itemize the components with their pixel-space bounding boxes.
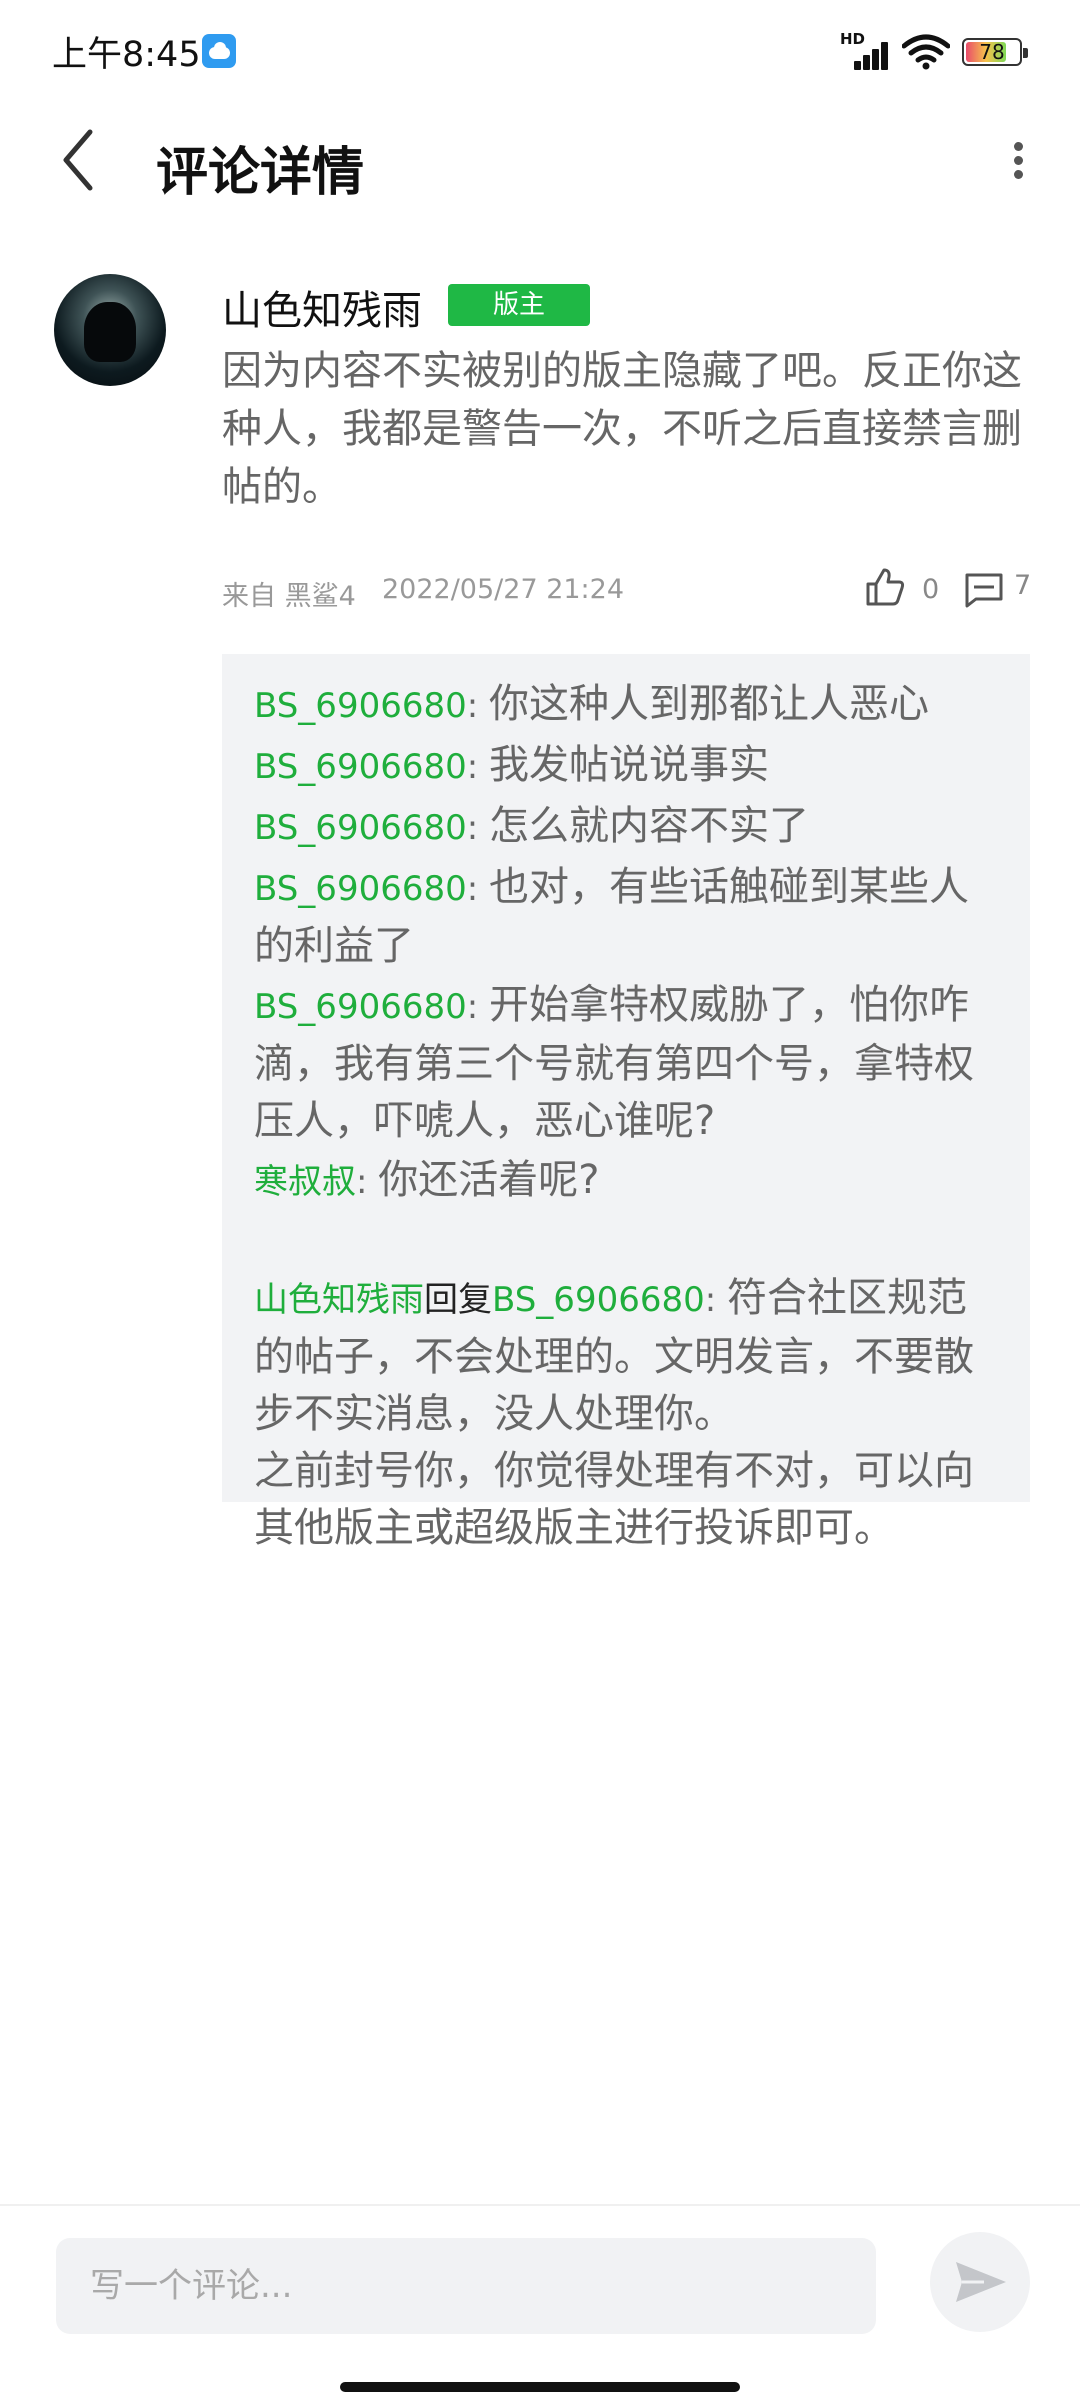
reply-text: 怎么就内容不实了 [489, 803, 809, 849]
author-avatar[interactable] [54, 274, 166, 386]
reply-separator: : [466, 747, 489, 787]
send-icon [956, 2262, 1006, 2302]
page-title: 评论详情 [156, 143, 365, 203]
system-icons: HD 78 [840, 30, 1028, 72]
reply-separator: : [356, 1162, 379, 1202]
reply-username[interactable]: BS_6906680 [254, 747, 467, 787]
reply-text: 我发帖说说事实 [489, 742, 769, 788]
more-options-icon[interactable] [996, 122, 1040, 198]
status-time: 上午8:45 [52, 35, 201, 75]
comment-input[interactable] [56, 2238, 876, 2334]
reply-username[interactable]: BS_6906680 [254, 808, 467, 848]
reply-text: 你这种人到那都让人恶心 [489, 681, 929, 727]
battery-level: 78 [979, 40, 1005, 64]
comment-source: 来自 黑鲨4 [222, 581, 356, 612]
reply-to-label: 回复 [424, 1280, 492, 1320]
reply-separator: : [466, 987, 489, 1027]
like-icon[interactable] [864, 566, 906, 608]
reply-item[interactable]: 山色知残雨回复BS_6906680: 符合社区规范的帖子，不会处理的。文明发言，… [254, 1213, 1004, 1557]
wifi-icon [902, 34, 950, 70]
reply-username[interactable]: BS_6906680 [254, 869, 467, 909]
like-count: 0 [922, 574, 940, 605]
reply-target-username[interactable]: BS_6906680 [492, 1280, 705, 1320]
status-bar: 上午8:45 HD 78 [0, 0, 1080, 100]
reply-text: 你还活着呢? [378, 1157, 600, 1203]
reply-count: 7 [1014, 570, 1032, 601]
reply-separator: : [466, 869, 489, 909]
reply-username[interactable]: BS_6906680 [254, 987, 467, 1027]
bottom-divider [0, 2204, 1080, 2206]
top-app-bar: 评论详情 [0, 100, 1080, 220]
reply-item[interactable]: BS_6906680: 也对，有些话触碰到某些人的利益了 [254, 859, 1004, 975]
reply-separator: : [466, 808, 489, 848]
moderator-badge: 版主 [448, 284, 590, 326]
battery-icon: 78 [962, 38, 1028, 66]
reply-username[interactable]: 寒叔叔 [254, 1162, 356, 1202]
comment-body: 因为内容不实被别的版主隐藏了吧。反正你这种人，我都是警告一次，不听之后直接禁言删… [222, 348, 1022, 510]
author-name[interactable]: 山色知残雨 [222, 278, 422, 336]
back-icon[interactable] [56, 122, 104, 198]
comment-meta: 来自 黑鲨4 2022/05/27 21:24 0 7 [222, 566, 1032, 612]
reply-list: BS_6906680: 你这种人到那都让人恶心 BS_6906680: 我发帖说… [254, 676, 1004, 1559]
reply-icon[interactable] [964, 572, 1004, 608]
home-indicator [340, 2382, 740, 2392]
replies-panel: BS_6906680: 你这种人到那都让人恶心 BS_6906680: 我发帖说… [222, 654, 1030, 1551]
comment-date: 2022/05/27 21:24 [382, 574, 625, 605]
reply-item[interactable]: BS_6906680: 怎么就内容不实了 [254, 798, 1004, 857]
signal-icon [840, 42, 890, 70]
reply-item[interactable]: 寒叔叔: 你还活着呢? [254, 1152, 1004, 1211]
reply-separator: : [466, 686, 489, 726]
send-button[interactable] [930, 2232, 1030, 2332]
cloud-icon [202, 34, 236, 68]
reply-username[interactable]: BS_6906680 [254, 686, 467, 726]
reply-separator: : [704, 1280, 727, 1320]
reply-item[interactable]: BS_6906680: 我发帖说说事实 [254, 737, 1004, 796]
reply-item[interactable]: BS_6906680: 你这种人到那都让人恶心 [254, 676, 1004, 735]
reply-username[interactable]: 山色知残雨 [254, 1280, 424, 1320]
reply-item[interactable]: BS_6906680: 开始拿特权威胁了，怕你咋滴，我有第三个号就有第四个号，拿… [254, 977, 1004, 1150]
